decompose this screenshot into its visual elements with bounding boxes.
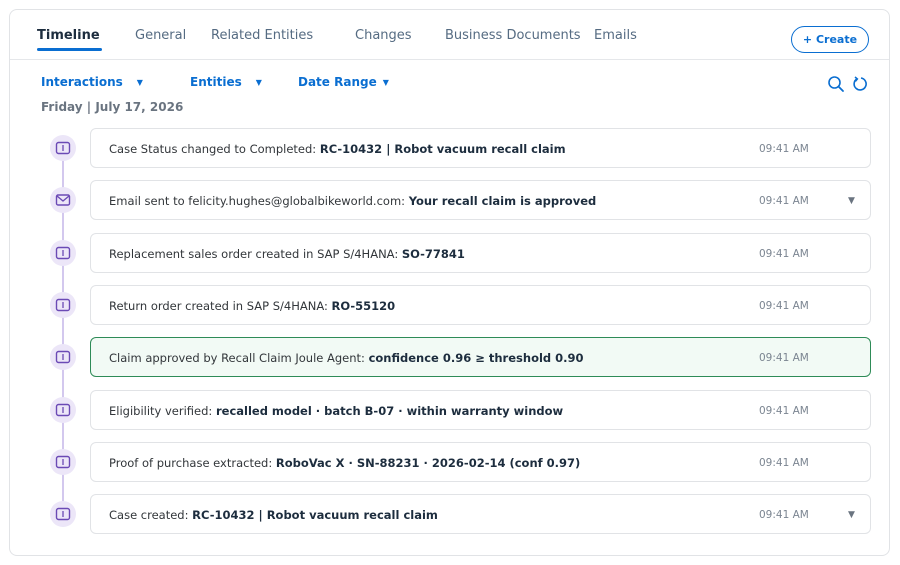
interactions-filter[interactable]: Interactions ▼ <box>41 75 143 89</box>
timeline-item[interactable]: Eligibility verified: recalled model · b… <box>90 389 871 430</box>
task-icon <box>50 344 76 371</box>
timeline-item-text: Case Status changed to Completed: RC-104… <box>109 142 566 156</box>
timeline-item-prefix: Email sent to felicity.hughes@globalbike… <box>109 194 409 209</box>
timeline-item[interactable]: Case created: RC-10432 | Robot vacuum re… <box>90 494 871 535</box>
timeline-item-text: Email sent to felicity.hughes@globalbike… <box>109 194 596 208</box>
timeline-item-detail: RC-10432 | Robot vacuum recall claim <box>192 508 438 523</box>
timeline-card: Timeline General Related Entities Change… <box>9 9 890 556</box>
timeline-item-time: 09:41 AM <box>759 456 809 469</box>
chevron-down-icon[interactable]: ▼ <box>848 196 855 206</box>
entities-filter[interactable]: Entities ▼ <box>190 75 262 89</box>
timeline-item-prefix: Case created: <box>109 508 193 523</box>
timeline-item-time: 09:41 AM <box>759 509 809 522</box>
timeline-item[interactable]: Case Status changed to Completed: RC-104… <box>90 128 871 168</box>
refresh-icon[interactable] <box>852 75 870 93</box>
timeline-item[interactable]: Return order created in SAP S/4HANA: RO-… <box>90 284 871 325</box>
timeline-item-prefix: Case Status changed to Completed: <box>109 142 320 156</box>
chevron-down-icon: ▼ <box>255 78 262 87</box>
timeline-item-prefix: Claim approved by Recall Claim Joule Age… <box>109 351 369 366</box>
timeline-item-text: Claim approved by Recall Claim Joule Age… <box>109 351 584 365</box>
timeline-item-detail: SO-77841 <box>401 246 465 261</box>
task-icon <box>50 135 76 161</box>
create-button[interactable]: + Create <box>791 26 869 53</box>
timeline-item[interactable]: Email sent to felicity.hughes@globalbike… <box>90 180 871 221</box>
timeline-item-detail: RoboVac X · SN-88231 · 2026-02-14 (conf … <box>275 455 581 470</box>
task-icon <box>50 501 76 528</box>
timeline-item-time: 09:41 AM <box>759 299 809 312</box>
timeline-item-prefix: Proof of purchase extracted: <box>109 455 276 470</box>
timeline-item-prefix: Replacement sales order created in SAP S… <box>109 246 402 261</box>
timeline-item-text: Return order created in SAP S/4HANA: RO-… <box>109 299 395 313</box>
timeline-item-detail: Your recall claim is approved <box>408 194 597 209</box>
entities-filter-label: Entities <box>190 75 242 89</box>
timeline-item-time: 09:41 AM <box>759 195 809 208</box>
timeline-item-text: Replacement sales order created in SAP S… <box>109 247 465 261</box>
active-tab-indicator <box>37 48 102 51</box>
timeline-item-text: Eligibility verified: recalled model · b… <box>109 404 563 418</box>
timeline-item-text: Proof of purchase extracted: RoboVac X ·… <box>109 456 580 470</box>
timeline-item-detail: RO-55120 <box>331 298 396 313</box>
timeline-item-prefix: Eligibility verified: <box>109 403 216 418</box>
timeline-item[interactable]: Replacement sales order created in SAP S… <box>90 232 871 273</box>
chevron-down-icon: ▼ <box>382 78 389 87</box>
interactions-filter-label: Interactions <box>41 75 123 89</box>
timeline-item-time: 09:41 AM <box>759 247 809 260</box>
tab-related-entities[interactable]: Related Entities <box>211 28 313 43</box>
tab-timeline[interactable]: Timeline <box>37 28 100 43</box>
tab-business-documents[interactable]: Business Documents <box>445 28 581 43</box>
tab-emails[interactable]: Emails <box>594 28 637 43</box>
email-icon <box>50 187 76 214</box>
timeline-item-detail: RC-10432 | Robot vacuum recall claim <box>319 142 566 156</box>
search-icon[interactable] <box>827 75 845 93</box>
date-range-filter-label: Date Range <box>298 75 377 89</box>
date-header: Friday | July 17, 2026 <box>41 100 184 114</box>
tab-general[interactable]: General <box>135 28 186 43</box>
timeline-item-detail: confidence 0.96 ≥ threshold 0.90 <box>368 351 584 366</box>
task-icon <box>50 396 76 423</box>
tab-changes[interactable]: Changes <box>355 28 412 43</box>
timeline-item-prefix: Return order created in SAP S/4HANA: <box>109 298 332 313</box>
timeline-item-detail: recalled model · batch B-07 · within war… <box>215 403 564 418</box>
task-icon <box>50 239 76 266</box>
date-range-filter[interactable]: Date Range ▼ <box>298 75 389 89</box>
timeline-item-text: Case created: RC-10432 | Robot vacuum re… <box>109 508 438 522</box>
chevron-down-icon[interactable]: ▼ <box>848 510 855 520</box>
timeline-item[interactable]: Claim approved by Recall Claim Joule Age… <box>90 337 871 378</box>
timeline-item-time: 09:41 AM <box>759 352 809 365</box>
chevron-down-icon: ▼ <box>136 78 143 87</box>
timeline-item-time: 09:41 AM <box>759 404 809 417</box>
tab-bar: Timeline General Related Entities Change… <box>10 10 889 60</box>
task-icon <box>50 448 76 475</box>
timeline-item-time: 09:41 AM <box>759 143 809 155</box>
task-icon <box>50 291 76 318</box>
timeline-item[interactable]: Proof of purchase extracted: RoboVac X ·… <box>90 441 871 482</box>
